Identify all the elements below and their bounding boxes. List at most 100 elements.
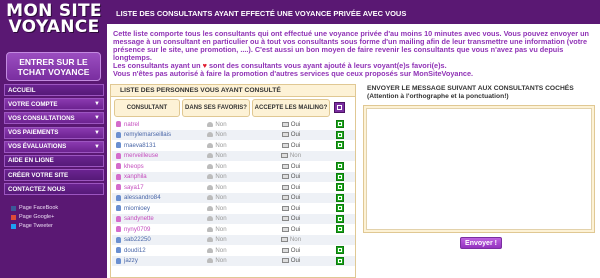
row-checkbox[interactable] — [336, 120, 344, 129]
consultant-name[interactable]: alessandro84 — [112, 194, 182, 201]
chevron-down-icon: ▼ — [94, 129, 100, 136]
sidebar-item-label: Accueil — [8, 86, 36, 94]
consultant-name-text: doudi12 — [124, 246, 146, 254]
social-link-0[interactable]: Page FaceBook — [11, 204, 101, 212]
send-button[interactable]: Envoyer ! — [460, 237, 502, 249]
row-checkbox[interactable] — [336, 162, 344, 171]
row-checkbox[interactable] — [336, 204, 344, 213]
page-title: LISTE DES CONSULTANTS AYANT EFFECTÉ UNE … — [116, 9, 407, 18]
mailing-status: Oui — [252, 257, 330, 264]
row-checkbox[interactable] — [336, 256, 344, 265]
sidebar-item-2[interactable]: VOS CONSULTATIONS ▼ — [4, 112, 104, 125]
mailing-status-text: Oui — [290, 204, 301, 212]
favorite-status: Non — [182, 236, 252, 243]
row-checkbox[interactable] — [336, 214, 344, 223]
heart-icon — [207, 237, 214, 243]
sidebar-item-4[interactable]: VOS ÉVALUATIONS ▼ — [4, 140, 104, 153]
consultant-name[interactable]: kheops — [112, 163, 182, 170]
consultant-name[interactable]: nyny0709 — [112, 226, 182, 233]
row-checkbox[interactable] — [336, 183, 344, 192]
col-consultant: CONSULTANT — [114, 99, 180, 117]
consultant-name[interactable]: natrel — [112, 121, 182, 128]
col-mailing: ACCEPTE LES MAILING? — [252, 99, 330, 117]
consultant-name[interactable]: doudi12 — [112, 247, 182, 254]
favorite-status-text: Non — [215, 236, 227, 244]
row-checkbox[interactable] — [336, 141, 344, 150]
mailing-status: Oui — [252, 163, 330, 170]
mailing-status-text: Oui — [290, 141, 301, 149]
favorite-status: Non — [182, 226, 252, 233]
social-link-1[interactable]: Page Google+ — [11, 213, 101, 221]
site-logo[interactable]: MON SITE VOYANCE — [4, 3, 104, 37]
mail-icon — [281, 163, 289, 169]
col-favoris: DANS SES FAVORIS? — [182, 99, 250, 117]
social-link-label: Page Tweeter — [19, 223, 53, 229]
consultant-name[interactable]: saya17 — [112, 184, 182, 191]
consultants-panel-title: LISTE DES PERSONNES VOUS AYANT CONSULTÉ — [111, 85, 355, 97]
row-checkbox[interactable] — [336, 193, 344, 202]
sidebar-item-5[interactable]: AIDE EN LIGNE — [4, 154, 104, 167]
mail-icon — [281, 174, 289, 180]
sidebar-item-3[interactable]: VOS PAIEMENTS ▼ — [4, 126, 104, 139]
favorite-status: Non — [182, 184, 252, 191]
favorite-status-text: Non — [215, 246, 227, 254]
consultant-name[interactable]: remylemarseillais — [112, 131, 182, 138]
consultant-name[interactable]: jazzy — [112, 257, 182, 264]
enter-tchat-button[interactable]: ENTRER SUR LE TCHAT VOYANCE — [6, 52, 101, 81]
sidebar-item-1[interactable]: VOTRE COMPTE ▼ — [4, 98, 104, 111]
sidebar-item-7[interactable]: Contactez nous — [4, 183, 104, 196]
mailing-status-text: Oui — [290, 246, 301, 254]
checkbox-icon — [338, 195, 342, 200]
user-icon — [116, 121, 121, 128]
consultant-name[interactable]: sab22250 — [112, 236, 182, 243]
message-panel-title: ENVOYER LE MESSAGE SUIVANT AUX CONSULTAN… — [367, 85, 574, 92]
mail-icon — [281, 132, 289, 138]
mailing-status: Oui — [252, 226, 330, 233]
favorite-status-text: Non — [215, 257, 227, 265]
favorite-status: Non — [182, 257, 252, 264]
row-checkbox-cell — [330, 130, 350, 139]
logo-line-2: VOYANCE — [8, 17, 100, 37]
sidebar-item-0[interactable]: Accueil — [4, 84, 104, 96]
row-checkbox[interactable] — [336, 225, 344, 234]
sidebar-item-6[interactable]: CRÉER VOTRE SITE — [4, 169, 104, 182]
mailing-status: Oui — [252, 194, 330, 201]
favorite-status-text: Non — [215, 141, 227, 149]
favorite-status-text: Non — [215, 152, 227, 160]
user-icon — [116, 215, 121, 222]
table-row: doudi12 Non Oui — [112, 245, 355, 256]
mail-icon — [281, 205, 289, 211]
consultant-name[interactable]: sandynette — [112, 215, 182, 222]
checkbox-icon — [338, 132, 342, 137]
row-checkbox[interactable] — [336, 130, 344, 139]
social-link-label: Page Google+ — [19, 214, 55, 220]
mailing-status: Oui — [252, 215, 330, 222]
row-checkbox-cell — [330, 193, 350, 202]
mail-icon — [281, 258, 289, 264]
consultant-name[interactable]: miomioey — [112, 205, 182, 212]
row-checkbox[interactable] — [336, 246, 344, 255]
consultant-name-text: alessandro84 — [124, 194, 161, 202]
select-all-checkbox[interactable] — [334, 102, 345, 113]
sidebar: MON SITE VOYANCE ENTRER SUR LE TCHAT VOY… — [0, 0, 107, 278]
row-checkbox-cell — [330, 183, 350, 192]
user-icon — [116, 247, 121, 254]
consultant-name[interactable]: maeva8131 — [112, 142, 182, 149]
consultants-table-header: CONSULTANT DANS SES FAVORIS? ACCEPTE LES… — [111, 97, 355, 117]
favorite-status: Non — [182, 215, 252, 222]
user-icon — [116, 163, 121, 170]
consultant-name[interactable]: merveilleuse — [112, 152, 182, 159]
message-textarea[interactable] — [366, 108, 592, 230]
facebook-icon — [11, 205, 16, 211]
social-link-2[interactable]: Page Tweeter — [11, 222, 101, 230]
mail-icon — [281, 247, 289, 253]
favorite-status-text: Non — [215, 183, 227, 191]
favorite-status-text: Non — [215, 204, 227, 212]
mail-icon — [281, 184, 289, 190]
mailing-status: Non — [252, 236, 330, 243]
checkbox-icon — [338, 227, 342, 232]
heart-icon — [207, 205, 214, 211]
consultant-name[interactable]: xanphila — [112, 173, 182, 180]
row-checkbox[interactable] — [336, 172, 344, 181]
sidebar-item-label: Contactez nous — [8, 185, 66, 193]
